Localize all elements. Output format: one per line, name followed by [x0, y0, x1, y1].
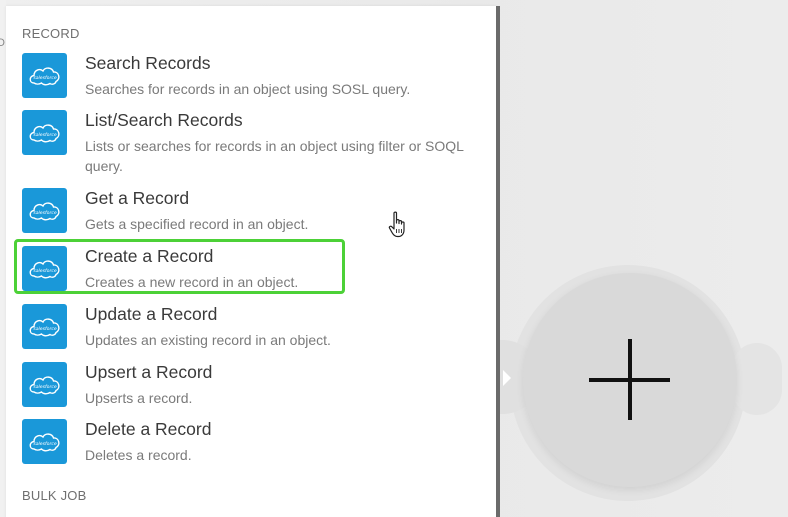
salesforce-cloud-icon: salesforce [22, 419, 67, 464]
item-desc: Upserts a record. [85, 390, 193, 406]
list-item-list-search-records[interactable]: salesforce List/Search Records Lists or … [22, 110, 492, 182]
scenario-canvas: D RECORD salesforce Search Records Searc… [0, 0, 788, 517]
hand-pointer-cursor-icon [388, 211, 405, 238]
salesforce-cloud-icon: salesforce [22, 53, 67, 98]
salesforce-logo-text: salesforce [33, 210, 57, 216]
list-item-upsert-a-record[interactable]: salesforce Upsert a Record Upserts a rec… [22, 362, 492, 412]
item-desc: Deletes a record. [85, 447, 192, 463]
list-item-search-records[interactable]: salesforce Search Records Searches for r… [22, 53, 492, 103]
item-title: Update a Record [85, 304, 218, 324]
add-module-button[interactable] [523, 273, 737, 487]
connector-arrow-icon [503, 370, 511, 386]
section-title-bulk-job: BULK JOB [22, 488, 87, 503]
plus-icon-vertical [628, 339, 632, 420]
item-title: Create a Record [85, 246, 214, 266]
list-item-update-a-record[interactable]: salesforce Update a Record Updates an ex… [22, 304, 492, 354]
salesforce-cloud-icon: salesforce [22, 246, 67, 291]
section-title-record: RECORD [22, 26, 80, 41]
salesforce-logo-text: salesforce [33, 268, 57, 274]
salesforce-cloud-icon: salesforce [22, 188, 67, 233]
list-item-create-a-record[interactable]: salesforce Create a Record Creates a new… [22, 246, 492, 296]
salesforce-logo-text: salesforce [33, 326, 57, 332]
panel-scroll-edge[interactable] [496, 6, 500, 517]
salesforce-cloud-icon: salesforce [22, 110, 67, 155]
item-desc: Gets a specified record in an object. [85, 216, 309, 232]
item-desc: Updates an existing record in an object. [85, 332, 331, 348]
salesforce-cloud-icon: salesforce [22, 362, 67, 407]
list-item-get-a-record[interactable]: salesforce Get a Record Gets a specified… [22, 188, 492, 238]
item-title: Upsert a Record [85, 362, 213, 382]
salesforce-cloud-icon: salesforce [22, 304, 67, 349]
module-list-panel: RECORD salesforce Search Records Searche… [6, 6, 496, 517]
salesforce-logo-text: salesforce [33, 75, 57, 81]
item-desc: Creates a new record in an object. [85, 274, 299, 290]
item-desc: Lists or searches for records in an obje… [85, 138, 464, 174]
salesforce-logo-text: salesforce [33, 441, 57, 447]
item-title: List/Search Records [85, 110, 243, 130]
item-title: Search Records [85, 53, 211, 73]
item-title: Get a Record [85, 188, 190, 208]
left-edge-text: D [0, 37, 5, 49]
salesforce-logo-text: salesforce [33, 132, 57, 138]
list-item-delete-a-record[interactable]: salesforce Delete a Record Deletes a rec… [22, 419, 492, 469]
module-connector-right [732, 343, 782, 415]
salesforce-logo-text: salesforce [33, 384, 57, 390]
item-title: Delete a Record [85, 419, 212, 439]
item-desc: Searches for records in an object using … [85, 81, 411, 97]
